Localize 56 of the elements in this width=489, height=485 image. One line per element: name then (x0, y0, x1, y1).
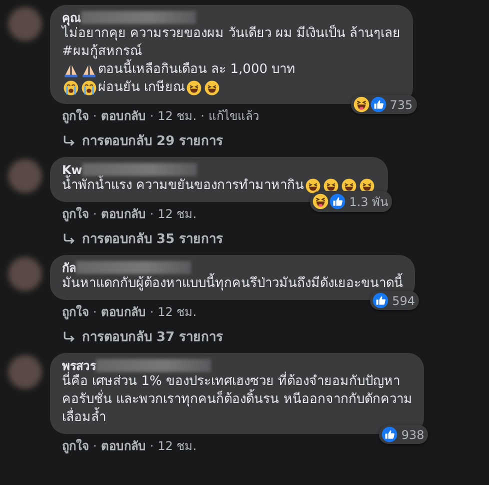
comment-text: ไม่อยากคุย ความรวยของผม วันเดียว ผม มีเงินเป็น ล้านๆเลย (62, 25, 401, 43)
reaction-count-badge[interactable]: 1.3 พัน (310, 191, 392, 212)
author-name[interactable]: Kw (62, 162, 82, 176)
separator-dot: · (93, 109, 97, 124)
action-link[interactable]: ถูกใจ (62, 207, 89, 222)
action-link[interactable]: ตอบกลับ (100, 439, 146, 454)
view-replies-link[interactable]: การตอบกลับ 35 รายการ (50, 228, 224, 249)
separator-dot: · (150, 109, 154, 124)
comment-text: ตอนนี้เหลือกินเดือน ละ 1,000 บาท (62, 61, 401, 79)
avatar[interactable] (8, 355, 42, 389)
action-link[interactable]: ถูกใจ (62, 439, 89, 454)
meta-text: 12 ชม. (158, 305, 197, 320)
thumbs-up-reaction-icon (329, 193, 346, 210)
view-replies-link[interactable]: การตอบกลับ 29 รายการ (50, 130, 224, 151)
separator-dot: · (93, 207, 97, 222)
avatar[interactable] (8, 257, 42, 291)
separator-dot: · (150, 305, 154, 320)
separator-dot: · (150, 439, 154, 454)
action-link[interactable]: ตอบกลับ (100, 305, 146, 320)
meta-text: 12 ชม. (158, 207, 197, 222)
reaction-count-badge[interactable]: 735 (350, 95, 417, 114)
comment-text: #ผมกู้สหกรณ์ (62, 43, 143, 59)
meta-text: แก้ไขแล้ว (208, 109, 260, 124)
laughing-emoji-icon (186, 80, 202, 96)
separator-dot: · (93, 439, 97, 454)
view-replies-link[interactable]: การตอบกลับ 37 รายการ (50, 326, 224, 347)
comment-text: มันหาแดกกับผู้ต้องหาแบบนี้ทุกคนรึป่าวมันถึงมีดังเยอะขนาดนี้ (62, 275, 403, 293)
comment-text: เลื่อมล้ำ (62, 409, 412, 427)
thumbs-up-reaction-icon (370, 96, 387, 113)
laughing-emoji-icon (204, 80, 220, 96)
reply-arrow-icon (62, 232, 76, 246)
action-link[interactable]: ตอบกลับ (100, 207, 146, 222)
author-name[interactable]: คุณ (62, 8, 81, 27)
action-link[interactable]: ตอบกลับ (100, 109, 146, 124)
reply-arrow-icon (62, 330, 76, 344)
comment-text: ผ่อนยัน เกษียณ (62, 79, 401, 97)
reaction-count-badge[interactable]: 594 (370, 291, 419, 310)
meta-text: 12 ชม. (158, 439, 197, 454)
laughing-reaction-icon (352, 96, 370, 113)
separator-dot: · (93, 305, 97, 320)
crying-face-icon (63, 80, 79, 96)
avatar[interactable] (8, 7, 42, 41)
reply-arrow-icon (62, 134, 76, 148)
thumbs-up-reaction-icon (372, 292, 390, 309)
action-link[interactable]: ถูกใจ (62, 305, 89, 320)
author-name[interactable]: กัล (62, 258, 76, 277)
laughing-emoji-icon (305, 178, 322, 194)
laughing-reaction-icon (312, 193, 330, 210)
action-link[interactable]: ถูกใจ (62, 109, 89, 124)
reaction-count-badge[interactable]: 938 (379, 425, 428, 444)
thumbs-up-reaction-icon (381, 426, 398, 443)
separator-dot: · (150, 207, 154, 222)
separator-dot: · (200, 109, 204, 124)
meta-text: 12 ชม. (158, 109, 197, 124)
avatar[interactable] (8, 159, 42, 193)
crying-face-icon (81, 80, 97, 96)
